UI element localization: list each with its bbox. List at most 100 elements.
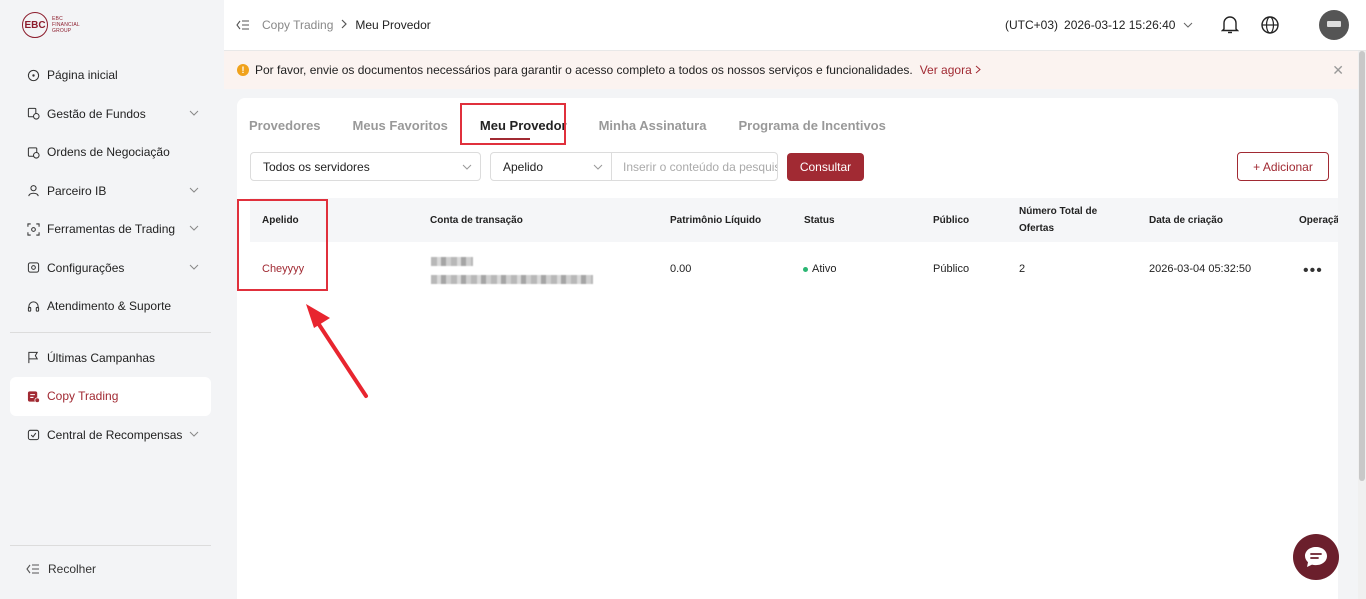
logo[interactable]: EBC EBC FINANCIAL GROUP — [22, 12, 92, 38]
chevron-down-icon — [593, 164, 603, 170]
sidebar-item-campaigns[interactable]: Últimas Campanhas — [10, 339, 211, 378]
timezone: (UTC+03) — [1005, 18, 1059, 32]
headset-icon — [26, 299, 40, 313]
sidebar-item-copy-trading[interactable]: Copy Trading — [10, 377, 211, 416]
chevron-down-icon — [189, 225, 199, 231]
chevron-down-icon — [189, 264, 199, 270]
timezone-clock[interactable]: (UTC+03) 2026-03-12 15:26:40 — [1005, 18, 1193, 32]
breadcrumb-current: Meu Provedor — [355, 18, 431, 32]
sidebar-item-funds[interactable]: Gestão de Fundos — [10, 95, 211, 134]
scrollbar-thumb[interactable] — [1359, 51, 1365, 481]
chevron-down-icon — [189, 187, 199, 193]
col-account: Conta de transação — [430, 214, 523, 226]
chevron-down-icon — [189, 110, 199, 116]
chevron-down-icon — [1183, 20, 1193, 30]
status-badge: Ativo — [803, 263, 836, 275]
field-select-value: Apelido — [503, 159, 544, 174]
copy-trading-icon — [26, 389, 40, 403]
chevron-right-icon — [975, 65, 981, 74]
created-value: 2026-03-04 05:32:50 — [1149, 263, 1252, 275]
sidebar-item-partner[interactable]: Parceiro IB — [10, 172, 211, 211]
status-label: Ativo — [812, 263, 837, 275]
chevron-right-icon — [340, 18, 348, 32]
page-scrollbar[interactable] — [1358, 51, 1366, 599]
chat-button[interactable] — [1293, 534, 1339, 580]
menu-fold-icon[interactable] — [236, 19, 250, 31]
col-created: Data de criação — [1149, 214, 1223, 226]
tab-favorites[interactable]: Meus Favoritos — [353, 118, 448, 133]
sidebar-item-home[interactable]: Página inicial — [10, 56, 211, 95]
collapse-icon — [26, 563, 40, 575]
sidebar-item-tools[interactable]: Ferramentas de Trading — [10, 210, 211, 249]
partner-icon — [26, 184, 40, 198]
query-button[interactable]: Consultar — [787, 153, 864, 181]
content-card: Provedores Meus Favoritos Meu Provedor M… — [237, 98, 1338, 599]
sidebar: EBC EBC FINANCIAL GROUP Página inicial G… — [0, 0, 224, 599]
equity-value: 0.00 — [670, 263, 692, 275]
public-value: Público — [933, 263, 970, 275]
col-offers: Número Total de Ofertas — [1019, 206, 1098, 234]
sidebar-item-orders[interactable]: Ordens de Negociação — [10, 133, 211, 172]
bell-icon[interactable] — [1220, 15, 1240, 38]
sidebar-item-label: Ordens de Negociação — [47, 145, 170, 160]
rewards-icon — [26, 428, 40, 442]
home-icon — [26, 68, 40, 82]
warning-icon: ! — [237, 64, 249, 76]
banner-message: Por favor, envie os documentos necessári… — [255, 63, 913, 77]
nav-divider — [10, 331, 211, 333]
tab-incentives[interactable]: Programa de Incentivos — [738, 118, 885, 133]
sidebar-item-label: Parceiro IB — [47, 183, 107, 198]
tab-bar: Provedores Meus Favoritos Meu Provedor M… — [249, 118, 918, 133]
more-options-icon[interactable]: ••• — [1303, 262, 1323, 280]
add-button[interactable]: + Adicionar — [1237, 152, 1329, 181]
sidebar-item-label: Central de Recompensas — [47, 427, 183, 442]
orders-icon — [26, 145, 40, 159]
col-operation: Operação — [1299, 214, 1338, 226]
sidebar-item-rewards[interactable]: Central de Recompensas — [10, 416, 211, 455]
breadcrumb: Copy Trading Meu Provedor — [236, 18, 431, 32]
col-equity: Patrimônio Líquido — [670, 214, 762, 226]
blurred-account-name — [431, 257, 473, 266]
document-notice-banner: ! Por favor, envie os documentos necessá… — [224, 51, 1358, 89]
sidebar-item-support[interactable]: Atendimento & Suporte — [10, 287, 211, 326]
logo-mark: EBC — [22, 12, 48, 38]
sidebar-item-label: Copy Trading — [47, 389, 119, 404]
table-header: Apelido Conta de transação Patrimônio Lí… — [250, 198, 1338, 242]
blurred-account-number — [431, 275, 593, 284]
search-input[interactable] — [611, 152, 778, 181]
tools-icon — [26, 222, 40, 236]
sidebar-item-label: Ferramentas de Trading — [47, 222, 176, 237]
status-dot-icon — [803, 266, 808, 272]
sidebar-item-label: Gestão de Fundos — [47, 106, 146, 121]
server-select[interactable]: Todos os servidores — [250, 152, 481, 181]
globe-icon[interactable] — [1260, 15, 1280, 38]
chevron-down-icon — [462, 164, 472, 170]
sidebar-item-label: Últimas Campanhas — [47, 350, 156, 365]
collapse-button[interactable]: Recolher — [10, 545, 211, 576]
tab-providers[interactable]: Provedores — [249, 118, 321, 133]
tab-my-subscription[interactable]: Minha Assinatura — [599, 118, 707, 133]
highlight-box-tab — [460, 103, 566, 145]
highlight-box-nickname — [237, 199, 328, 291]
server-select-value: Todos os servidores — [263, 159, 370, 174]
col-public: Público — [933, 214, 970, 226]
sidebar-item-label: Configurações — [47, 260, 125, 275]
breadcrumb-parent[interactable]: Copy Trading — [262, 18, 333, 32]
funds-icon — [26, 107, 40, 121]
chevron-down-icon — [189, 431, 199, 437]
sidebar-item-label: Atendimento & Suporte — [47, 299, 172, 314]
collapse-label: Recolher — [48, 562, 97, 576]
logo-text: EBC FINANCIAL GROUP — [52, 16, 80, 34]
annotation-arrow-icon — [306, 304, 368, 398]
col-status: Status — [804, 214, 835, 226]
flag-icon — [26, 351, 40, 365]
field-select[interactable]: Apelido — [490, 152, 612, 181]
chat-icon — [1305, 547, 1327, 567]
avatar[interactable] — [1319, 10, 1349, 40]
datetime: 2026-03-12 15:26:40 — [1064, 18, 1176, 32]
sidebar-item-label: Página inicial — [47, 68, 118, 83]
sidebar-nav: Página inicial Gestão de Fundos Ordens d… — [10, 56, 211, 454]
close-icon[interactable]: ✕ — [1332, 62, 1344, 79]
view-now-link[interactable]: Ver agora — [920, 63, 981, 77]
sidebar-item-settings[interactable]: Configurações — [10, 249, 211, 288]
